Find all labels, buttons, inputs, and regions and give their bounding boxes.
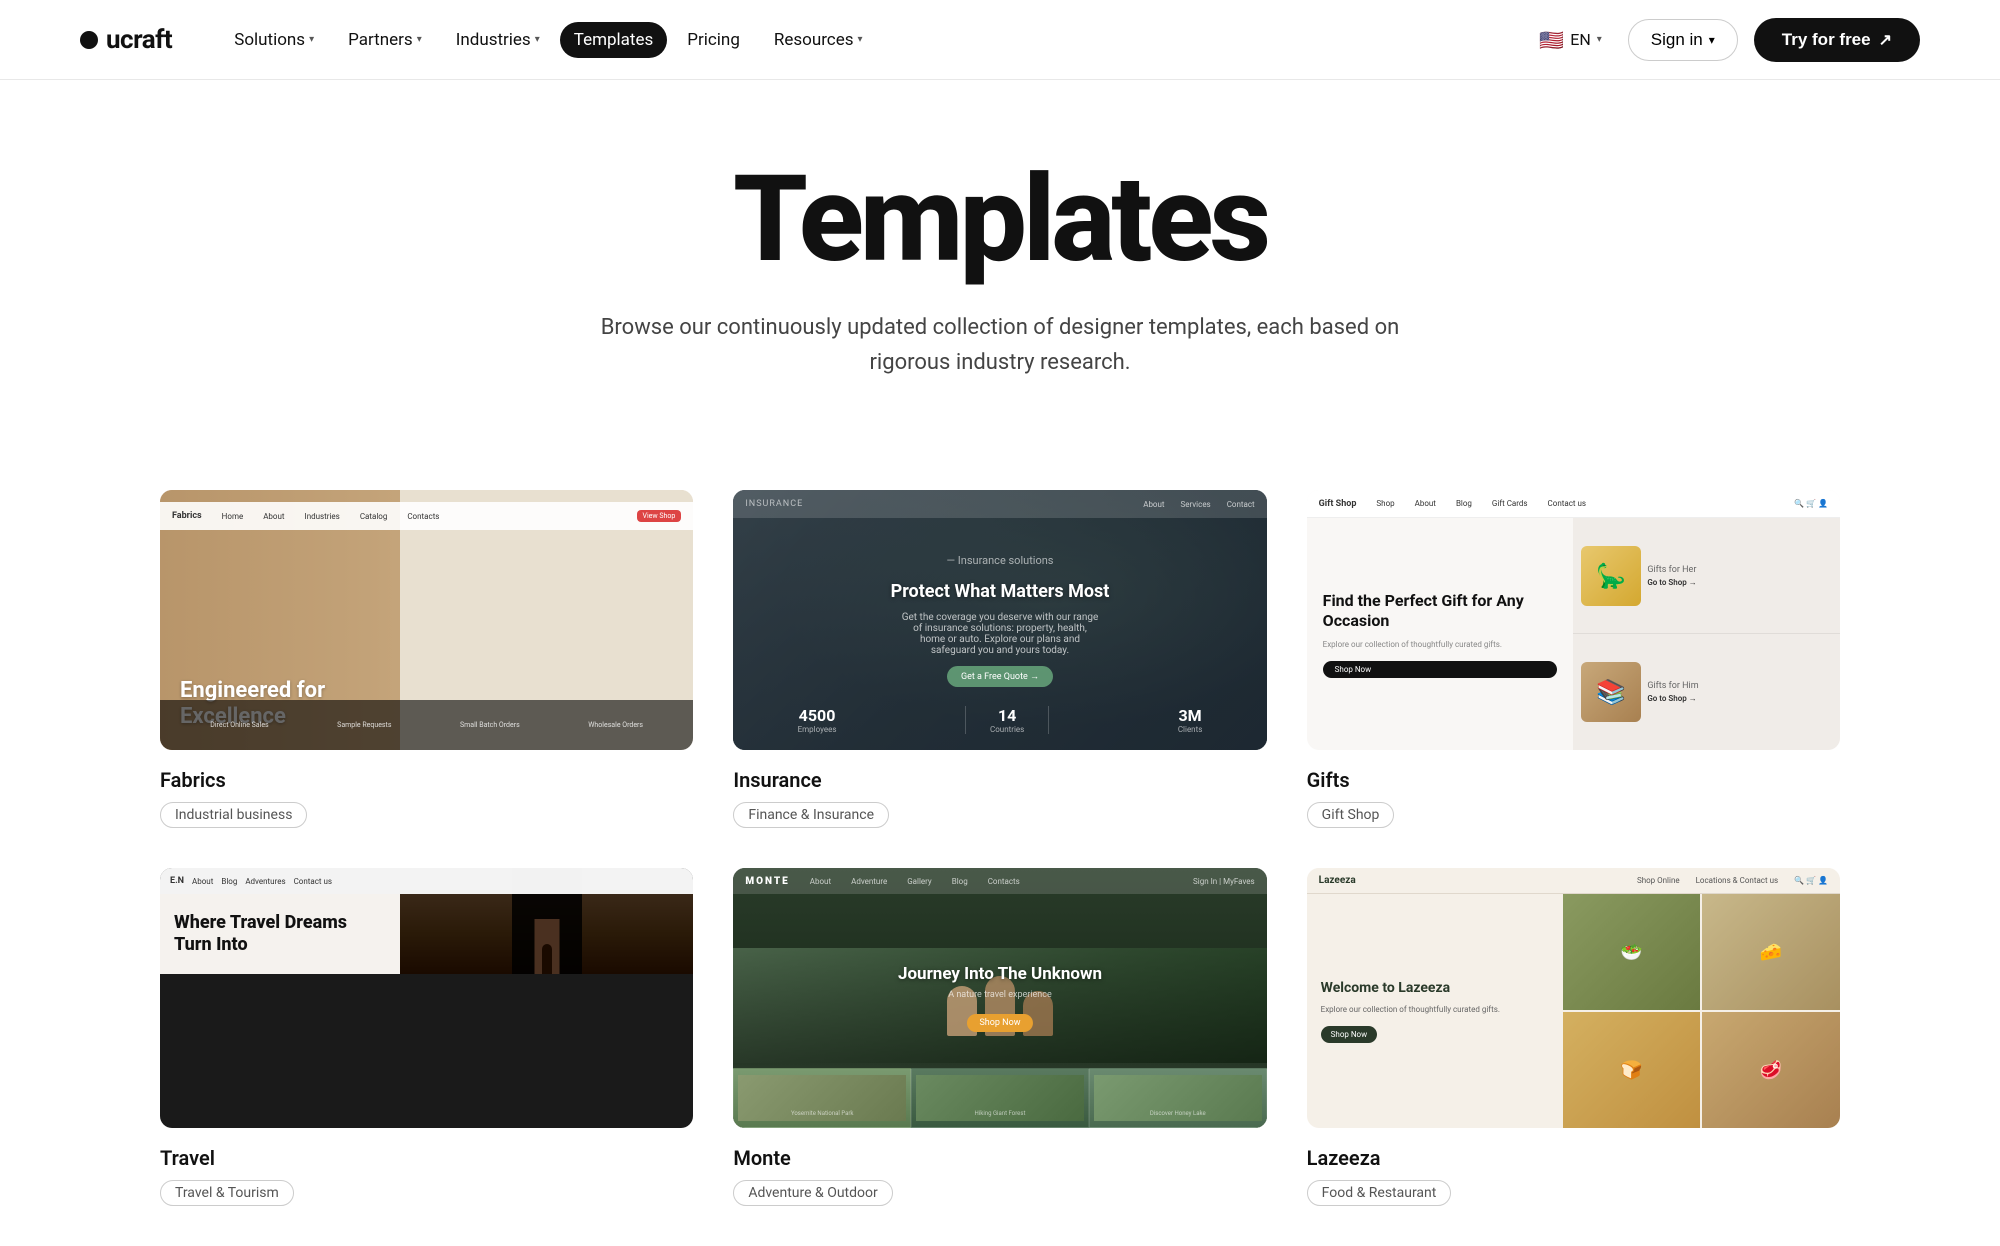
chevron-down-icon: ▾: [535, 34, 540, 45]
nav-solutions-label: Solutions: [234, 30, 305, 50]
thumb-nav: Gift Shop Shop About Blog Gift Cards Con…: [1307, 490, 1840, 518]
template-tag[interactable]: Adventure & Outdoor: [733, 1180, 892, 1206]
sign-in-label: Sign in: [1651, 30, 1703, 50]
lazeeza-img-salad: 🥗: [1563, 894, 1701, 1010]
thumb-title-area: Journey Into The Unknown A nature travel…: [898, 964, 1102, 1032]
logo[interactable]: ucraft: [80, 25, 172, 55]
template-card-travel[interactable]: E.N About Blog Adventures Contact us Whe…: [160, 868, 693, 1206]
thumb-content: Find the Perfect Gift for Any Occasion E…: [1307, 490, 1840, 750]
nav-item-solutions[interactable]: Solutions ▾: [220, 22, 328, 58]
chevron-down-icon: ▾: [417, 34, 422, 45]
arrow-icon: ↗: [1879, 30, 1892, 50]
thumb-content: Journey Into The Unknown A nature travel…: [733, 868, 1266, 1128]
nav-pricing-label: Pricing: [687, 30, 740, 50]
template-name: Lazeeza: [1307, 1146, 1840, 1170]
template-name: Monte: [733, 1146, 1266, 1170]
nav-item-industries[interactable]: Industries ▾: [442, 22, 554, 58]
template-tag[interactable]: Gift Shop: [1307, 802, 1395, 828]
templates-section: Fabrics Home About Industries Catalog Co…: [0, 440, 2000, 1246]
template-thumbnail-monte: MONTE About Adventure Gallery Blog Conta…: [733, 868, 1266, 1128]
thumb-bottom-bar: Direct Online Sales Sample Requests Smal…: [160, 700, 693, 750]
template-tag[interactable]: Industrial business: [160, 802, 307, 828]
navbar: ucraft Solutions ▾ Partners ▾ Industries…: [0, 0, 2000, 80]
lazeeza-img-food: 🥩: [1702, 1012, 1840, 1128]
lazeeza-img-bread: 🍞: [1563, 1012, 1701, 1128]
template-tag[interactable]: Food & Restaurant: [1307, 1180, 1452, 1206]
thumb-nav: Lazeeza Shop Online Locations & Contact …: [1307, 868, 1840, 894]
nav-right: 🇺🇸 EN ▾ Sign in ▾ Try for free ↗: [1529, 18, 1920, 62]
sign-in-button[interactable]: Sign in ▾: [1628, 19, 1738, 61]
thumb-stats: 4500 Employees 14 Countries 3M Clients: [733, 706, 1266, 734]
template-thumbnail-fabrics: Fabrics Home About Industries Catalog Co…: [160, 490, 693, 750]
template-name: Travel: [160, 1146, 693, 1170]
thumb-nav: Fabrics Home About Industries Catalog Co…: [160, 502, 693, 530]
template-tag[interactable]: Finance & Insurance: [733, 802, 889, 828]
template-thumbnail-insurance: INSURANCE About Services Contact — Insur…: [733, 490, 1266, 750]
chevron-down-icon: ▾: [1597, 34, 1602, 45]
thumb-bottom-images: Yosemite National Park Hiking Giant Fore…: [733, 1068, 1266, 1128]
thumb-content: Welcome to Lazeeza Explore our collectio…: [1307, 868, 1840, 1128]
template-tag[interactable]: Travel & Tourism: [160, 1180, 294, 1206]
logo-text: ucraft: [106, 25, 172, 55]
lazeeza-img-cheese: 🧀: [1702, 894, 1840, 1010]
template-card-lazeeza[interactable]: Lazeeza Shop Online Locations & Contact …: [1307, 868, 1840, 1206]
try-free-label: Try for free: [1782, 30, 1871, 50]
nav-links: Solutions ▾ Partners ▾ Industries ▾ Temp…: [220, 22, 876, 58]
language-label: EN: [1570, 30, 1591, 49]
hero-section: Templates Browse our continuously update…: [0, 80, 2000, 440]
template-thumbnail-lazeeza: Lazeeza Shop Online Locations & Contact …: [1307, 868, 1840, 1128]
template-name: Fabrics: [160, 768, 693, 792]
try-free-button[interactable]: Try for free ↗: [1754, 18, 1920, 62]
chevron-down-icon: ▾: [858, 34, 863, 45]
template-card-fabrics[interactable]: Fabrics Home About Industries Catalog Co…: [160, 490, 693, 828]
nav-resources-label: Resources: [774, 30, 854, 50]
nav-left: ucraft Solutions ▾ Partners ▾ Industries…: [80, 22, 877, 58]
template-card-gifts[interactable]: Gift Shop Shop About Blog Gift Cards Con…: [1307, 490, 1840, 828]
template-thumbnail-gifts: Gift Shop Shop About Blog Gift Cards Con…: [1307, 490, 1840, 750]
hero-subtitle: Browse our continuously updated collecti…: [600, 310, 1400, 380]
logo-icon: [80, 31, 98, 49]
nav-industries-label: Industries: [456, 30, 531, 50]
nav-item-partners[interactable]: Partners ▾: [334, 22, 436, 58]
chevron-down-icon: ▾: [1709, 33, 1715, 47]
language-selector[interactable]: 🇺🇸 EN ▾: [1529, 22, 1611, 58]
thumb-nav: INSURANCE About Services Contact: [733, 490, 1266, 518]
nav-templates-label: Templates: [574, 30, 654, 50]
page-title: Templates: [40, 160, 1960, 280]
template-card-insurance[interactable]: INSURANCE About Services Contact — Insur…: [733, 490, 1266, 828]
nav-item-pricing[interactable]: Pricing: [673, 22, 754, 58]
template-name: Gifts: [1307, 768, 1840, 792]
templates-grid: Fabrics Home About Industries Catalog Co…: [160, 490, 1840, 1206]
thumb-nav: MONTE About Adventure Gallery Blog Conta…: [733, 868, 1266, 894]
flag-icon: 🇺🇸: [1539, 28, 1564, 52]
template-card-monte[interactable]: MONTE About Adventure Gallery Blog Conta…: [733, 868, 1266, 1206]
nav-item-resources[interactable]: Resources ▾: [760, 22, 877, 58]
nav-partners-label: Partners: [348, 30, 413, 50]
template-thumbnail-travel: E.N About Blog Adventures Contact us Whe…: [160, 868, 693, 1128]
nav-item-templates[interactable]: Templates: [560, 22, 668, 58]
template-name: Insurance: [733, 768, 1266, 792]
thumb-nav: E.N About Blog Adventures Contact us: [160, 868, 693, 894]
chevron-down-icon: ▾: [309, 34, 314, 45]
